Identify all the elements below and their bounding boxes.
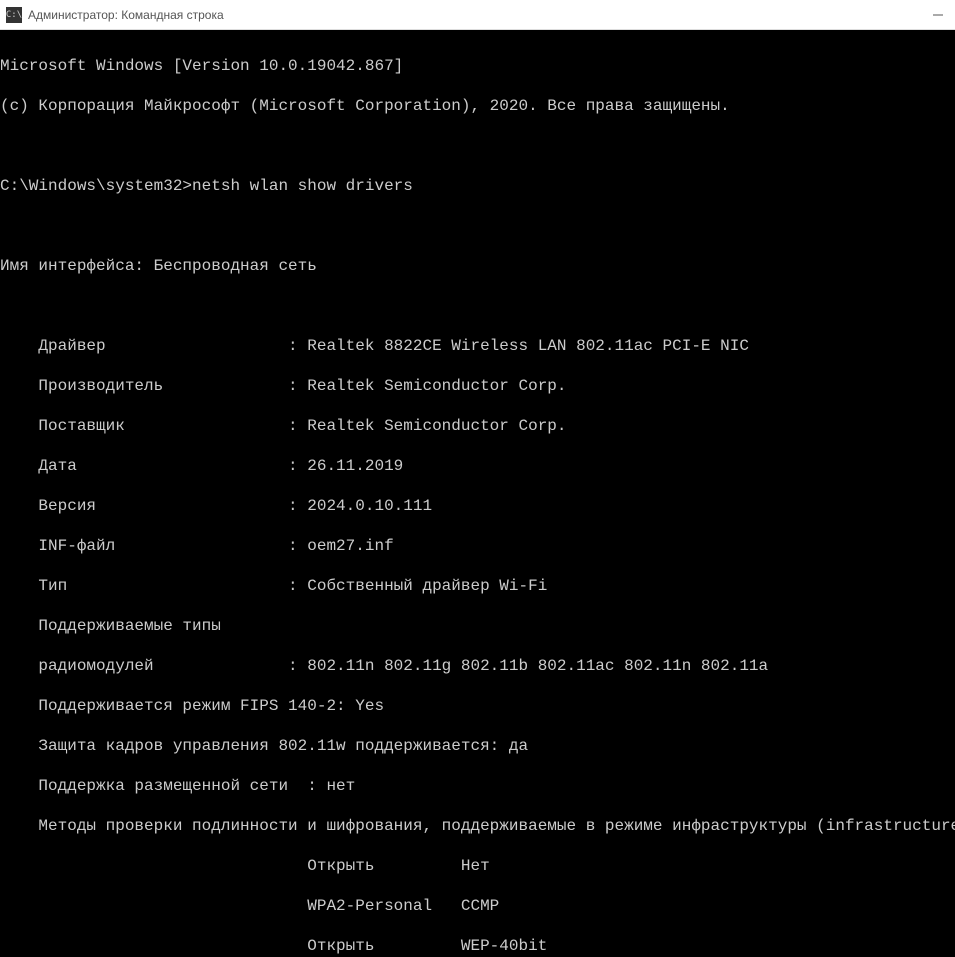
cmd-icon: C:\ — [6, 7, 22, 23]
output-line: Открыть WEP-40bit — [0, 936, 955, 956]
prompt-line: C:\Windows\system32>netsh wlan show driv… — [0, 176, 955, 196]
output-line: (c) Корпорация Майкрософт (Microsoft Cor… — [0, 96, 955, 116]
output-line: Поставщик : Realtek Semiconductor Corp. — [0, 416, 955, 436]
output-line: Защита кадров управления 802.11w поддерж… — [0, 736, 955, 756]
blank-line — [0, 296, 955, 316]
blank-line — [0, 136, 955, 156]
minimize-button[interactable] — [931, 8, 945, 22]
output-line: Поддерживаемые типы — [0, 616, 955, 636]
output-line: Microsoft Windows [Version 10.0.19042.86… — [0, 56, 955, 76]
output-line: INF-файл : oem27.inf — [0, 536, 955, 556]
window-titlebar: C:\ Администратор: Командная строка — [0, 0, 955, 30]
output-line: радиомодулей : 802.11n 802.11g 802.11b 8… — [0, 656, 955, 676]
terminal-output[interactable]: Microsoft Windows [Version 10.0.19042.86… — [0, 30, 955, 957]
output-line: Поддерживается режим FIPS 140-2: Yes — [0, 696, 955, 716]
output-line: Версия : 2024.0.10.111 — [0, 496, 955, 516]
output-line: Имя интерфейса: Беспроводная сеть — [0, 256, 955, 276]
output-line: Методы проверки подлинности и шифрования… — [0, 816, 955, 836]
output-line: Открыть Нет — [0, 856, 955, 876]
output-line: WPA2-Personal CCMP — [0, 896, 955, 916]
output-line: Дата : 26.11.2019 — [0, 456, 955, 476]
output-line: Тип : Собственный драйвер Wi-Fi — [0, 576, 955, 596]
window-title: Администратор: Командная строка — [28, 8, 931, 22]
blank-line — [0, 216, 955, 236]
output-line: Драйвер : Realtek 8822CE Wireless LAN 80… — [0, 336, 955, 356]
output-line: Производитель : Realtek Semiconductor Co… — [0, 376, 955, 396]
window-controls — [931, 8, 949, 22]
output-line: Поддержка размещенной сети : нет — [0, 776, 955, 796]
